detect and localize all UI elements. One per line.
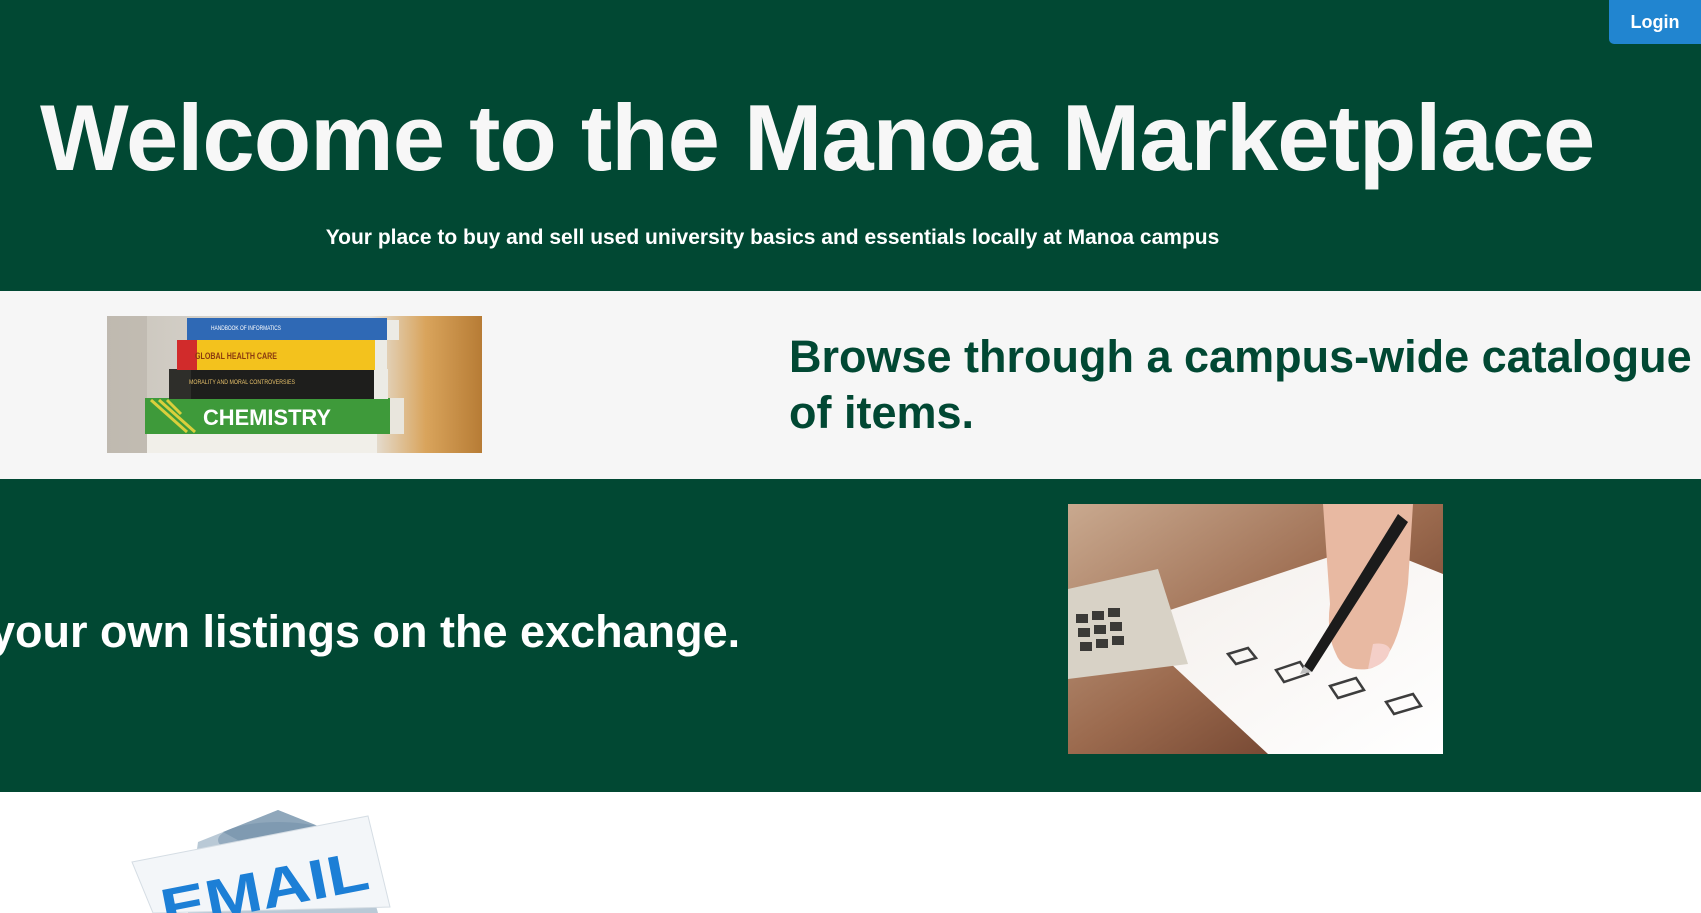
email-section: EMAIL [0, 792, 1701, 913]
textbooks-stack-image: CHEMISTRY MORALITY AND MORAL CONTROVERSI… [107, 316, 482, 453]
hero-subtitle: Your place to buy and sell used universi… [325, 226, 1220, 249]
landing-page: Login Welcome to the Manoa Marketplace Y… [0, 0, 1701, 913]
book-chemistry-label: CHEMISTRY [203, 405, 331, 430]
browse-heading: Browse through a campus-wide catalogue o… [789, 331, 1692, 438]
checklist-writing-image [1068, 504, 1443, 754]
book-handbook-label: HANDBOOK OF INFORMATICS [211, 326, 281, 332]
login-button[interactable]: Login [1609, 0, 1701, 44]
browse-section: CHEMISTRY MORALITY AND MORAL CONTROVERSI… [0, 291, 1701, 479]
book-health-label: GLOBAL HEALTH CARE [195, 351, 277, 361]
hero-title: Welcome to the Manoa Marketplace [40, 85, 1595, 190]
listings-heading: your own listings on the exchange. [0, 606, 741, 657]
book-morality-label: MORALITY AND MORAL CONTROVERSIES [189, 380, 295, 386]
listings-section: your own listings on the exchange. [0, 479, 1701, 792]
email-envelope-image: EMAIL [128, 802, 448, 913]
hero-section: Login Welcome to the Manoa Marketplace Y… [0, 0, 1701, 291]
